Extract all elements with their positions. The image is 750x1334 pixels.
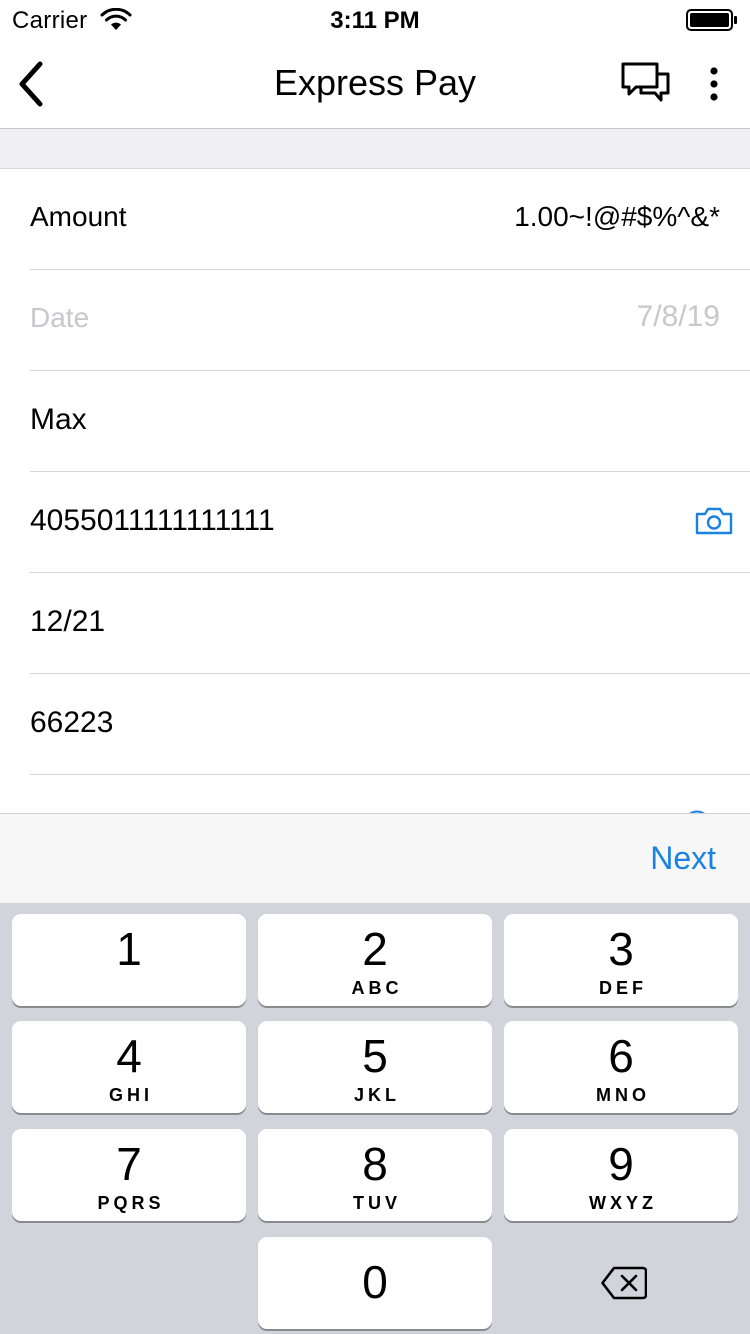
key-1[interactable]: 1 bbox=[12, 914, 246, 1006]
key-digit: 7 bbox=[116, 1138, 142, 1190]
key-letters: MNO bbox=[596, 1085, 650, 1105]
key-digit: 6 bbox=[608, 1030, 634, 1082]
key-digit: 3 bbox=[608, 923, 634, 975]
key-letters: JKL bbox=[353, 1085, 400, 1105]
key-4[interactable]: 4 GHI bbox=[12, 1021, 246, 1113]
amount-label: Amount bbox=[30, 201, 127, 232]
chat-bubbles-icon[interactable] bbox=[620, 60, 672, 108]
zip-row[interactable]: 66223 bbox=[30, 674, 750, 775]
key-digit: 0 bbox=[362, 1256, 388, 1308]
key-3[interactable]: 3 DEF bbox=[504, 914, 738, 1006]
date-field[interactable]: 7/8/19 bbox=[637, 300, 720, 334]
card-number-field[interactable]: 4055011111111111 bbox=[30, 504, 275, 538]
key-digit: 8 bbox=[362, 1138, 388, 1190]
backspace-icon bbox=[601, 1266, 647, 1300]
key-digit: 1 bbox=[116, 923, 142, 975]
payment-form: Amount 1.00~!@#$%^&* Date 7/8/19 Max 405… bbox=[0, 169, 750, 876]
amount-row[interactable]: Amount 1.00~!@#$%^&* bbox=[30, 169, 750, 270]
expiry-field[interactable]: 12/21 bbox=[30, 605, 105, 639]
key-letters: TUV bbox=[353, 1193, 401, 1213]
card-number-row[interactable]: 4055011111111111 bbox=[30, 472, 750, 573]
key-letters: WXYZ bbox=[589, 1193, 657, 1213]
status-bar: Carrier 3:11 PM bbox=[0, 0, 750, 40]
key-digit: 4 bbox=[116, 1030, 142, 1082]
key-5[interactable]: 5 JKL bbox=[258, 1021, 492, 1113]
status-time: 3:11 PM bbox=[330, 7, 420, 34]
key-8[interactable]: 8 TUV bbox=[258, 1129, 492, 1221]
key-2[interactable]: 2 ABC bbox=[258, 914, 492, 1006]
keyboard-accessory-bar: Next bbox=[0, 813, 750, 903]
date-label: Date bbox=[30, 302, 90, 333]
next-button[interactable]: Next bbox=[650, 840, 716, 877]
delete-key[interactable] bbox=[504, 1237, 738, 1329]
key-digit: 5 bbox=[362, 1030, 388, 1082]
key-letters: GHI bbox=[108, 1085, 153, 1105]
date-row[interactable]: Date 7/8/19 bbox=[30, 270, 750, 371]
key-digit: 2 bbox=[362, 923, 388, 975]
navigation-bar: Express Pay bbox=[0, 40, 750, 129]
zip-field[interactable]: 66223 bbox=[30, 706, 113, 740]
amount-field[interactable]: 1.00~!@#$%^&* bbox=[514, 201, 720, 233]
key-0[interactable]: 0 bbox=[258, 1237, 492, 1329]
camera-icon[interactable] bbox=[694, 506, 734, 536]
key-letters: PQRS bbox=[97, 1193, 165, 1213]
battery-icon bbox=[686, 8, 738, 32]
name-row[interactable]: Max bbox=[30, 371, 750, 472]
key-6[interactable]: 6 MNO bbox=[504, 1021, 738, 1113]
key-7[interactable]: 7 PQRS bbox=[12, 1129, 246, 1221]
key-letters: DEF bbox=[599, 978, 647, 998]
key-letters: ABC bbox=[351, 978, 403, 998]
section-spacer bbox=[0, 129, 750, 169]
numeric-keypad: 1 2 ABC 3 DEF 4 GHI 5 JKL 6 MNO 7 PQRS 8… bbox=[0, 903, 750, 1334]
key-9[interactable]: 9 WXYZ bbox=[504, 1129, 738, 1221]
expiry-row[interactable]: 12/21 bbox=[30, 573, 750, 674]
key-digit: 9 bbox=[608, 1138, 634, 1190]
more-vertical-icon[interactable] bbox=[700, 64, 728, 104]
name-field[interactable]: Max bbox=[30, 403, 87, 437]
